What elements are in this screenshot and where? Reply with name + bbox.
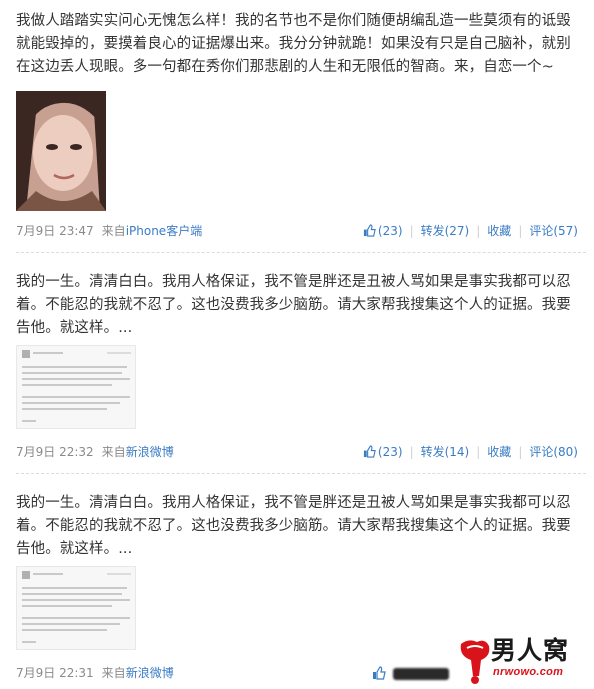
post-time-source: 7月9日 22:31 来自新浪微博 [16, 664, 174, 682]
like-count: (23) [377, 224, 403, 238]
thumbnail-line [33, 352, 63, 354]
comment-button[interactable]: 评论(80) [529, 443, 578, 461]
separator: | [476, 445, 481, 459]
post-timestamp[interactable]: 7月9日 22:32 [16, 445, 94, 459]
selfie-photo-icon [16, 91, 106, 211]
site-watermark-logo: 男人窝 nrwowo.com [455, 636, 583, 686]
post-actions: (23) | 转发(27) | 收藏 | 评论(57) [363, 222, 578, 240]
like-count: (23) [377, 445, 403, 459]
thumbnail-line [22, 384, 112, 386]
thumbnail-line [22, 372, 122, 374]
post-image-thumbnail[interactable] [16, 566, 136, 650]
post-actions: (23) | 转发(14) | 收藏 | 评论(80) [363, 443, 578, 461]
thumbnail-line [22, 378, 130, 380]
thumbs-up-icon[interactable] [372, 666, 386, 680]
redacted-blur [393, 668, 449, 680]
source-prefix: 来自 [101, 666, 126, 680]
thumbnail-line [22, 420, 36, 422]
thumbnail-line [22, 587, 127, 589]
like-button[interactable]: (23) [363, 443, 403, 461]
comment-button[interactable]: 评论(57) [529, 222, 578, 240]
post-meta: 7月9日 22:32 来自新浪微博 (23) | 转发(14) | 收藏 | 评论(80) [16, 443, 582, 461]
thumbnail-line [22, 593, 122, 595]
separator: | [476, 224, 481, 238]
watermark-url: nrwowo.com [493, 666, 564, 678]
post-meta: 7月9日 23:47 来自iPhone客户端 (23) | 转发(27) | 收藏 | 评论(… [16, 222, 582, 240]
like-button[interactable]: (23) [363, 222, 403, 240]
thumbnail-line [22, 366, 127, 368]
repost-button[interactable]: 转发(27) [421, 222, 470, 240]
source-prefix: 来自 [101, 224, 126, 238]
post-text: 我的一生。清清白白。我用人格保证，我不管是胖还是丑被人骂如果是事实我都可以忍着。… [16, 274, 571, 336]
thumbnail-line [107, 352, 131, 354]
thumbnail-line [22, 408, 107, 410]
thumbnail-avatar [22, 350, 30, 358]
post-source-link[interactable]: iPhone客户端 [126, 224, 203, 238]
post-text: 我的一生。清清白白。我用人格保证，我不管是胖还是丑被人骂如果是事实我都可以忍着。… [16, 495, 571, 557]
separator: | [518, 445, 523, 459]
thumbnail-line [22, 641, 36, 643]
thumbnail-line [22, 623, 120, 625]
favorite-button[interactable]: 收藏 [487, 443, 511, 461]
thumbnail-line [107, 573, 131, 575]
thumbnail-line [22, 396, 130, 398]
post-time-source: 7月9日 23:47 来自iPhone客户端 [16, 222, 202, 240]
post-text: 我做人踏踏实实问心无愧怎么样！我的名节也不是你们随便胡编乱造一些莫须有的诋毁就能… [16, 13, 571, 75]
separator: | [409, 224, 414, 238]
post-source-link[interactable]: 新浪微博 [126, 666, 174, 680]
post-divider [16, 473, 586, 474]
post-divider [16, 252, 586, 253]
separator: | [409, 445, 414, 459]
thumbnail-line [22, 599, 130, 601]
thumbs-up-icon [363, 224, 376, 237]
thumbs-up-icon [363, 445, 376, 458]
post-source-link[interactable]: 新浪微博 [126, 445, 174, 459]
favorite-button[interactable]: 收藏 [487, 222, 511, 240]
repost-button[interactable]: 转发(14) [421, 443, 470, 461]
post-timestamp[interactable]: 7月9日 23:47 [16, 224, 94, 238]
post-timestamp[interactable]: 7月9日 22:31 [16, 666, 94, 680]
thumbnail-line [22, 617, 130, 619]
post-time-source: 7月9日 22:32 来自新浪微博 [16, 443, 174, 461]
post-image-thumbnail[interactable] [16, 345, 136, 429]
source-prefix: 来自 [101, 445, 126, 459]
watermark-brand: 男人窝 [491, 636, 570, 665]
mascot-logo-icon [460, 640, 490, 684]
thumbnail-line [22, 402, 120, 404]
thumbnail-line [22, 629, 107, 631]
thumbnail-line [22, 605, 112, 607]
separator: | [518, 224, 523, 238]
post-photo[interactable] [16, 91, 106, 211]
thumbnail-avatar [22, 571, 30, 579]
thumbnail-line [33, 573, 63, 575]
